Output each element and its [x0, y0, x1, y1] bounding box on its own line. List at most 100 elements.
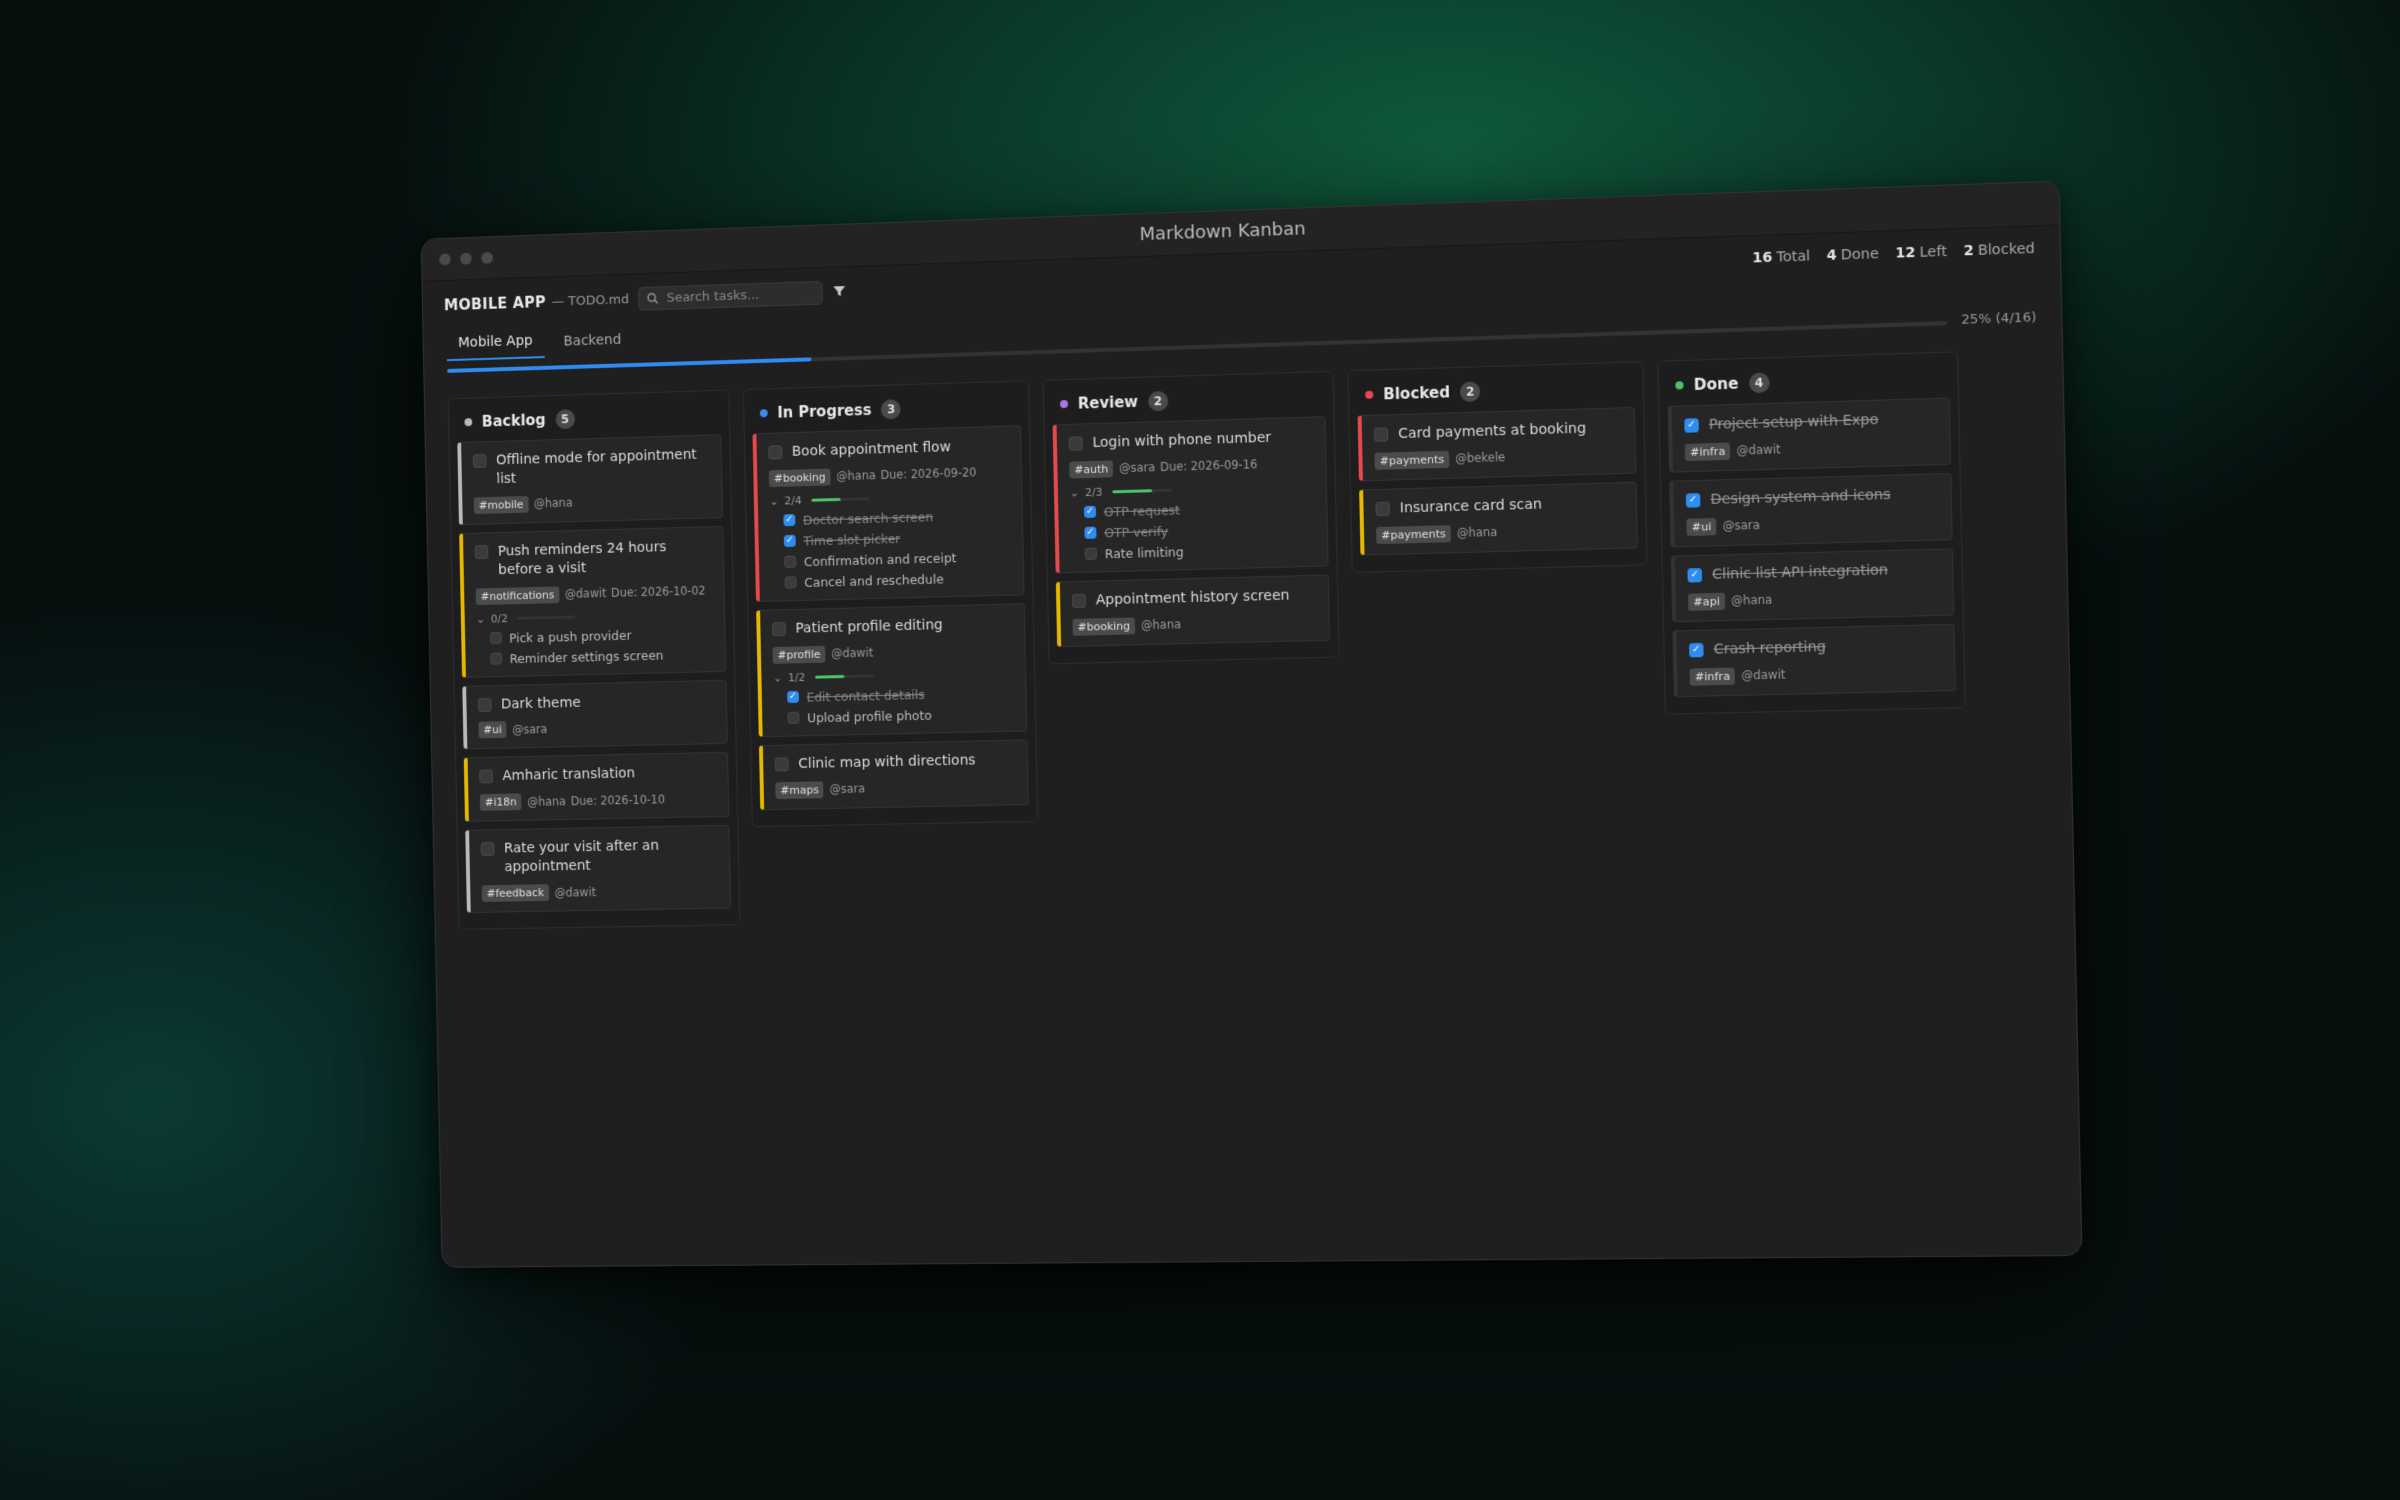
task-tag[interactable]: #feedback — [481, 884, 549, 903]
task-due-date: Due: 2026-09-16 — [1160, 457, 1258, 475]
subtask-checkbox[interactable] — [784, 576, 797, 589]
task-tag[interactable]: #ui — [1686, 517, 1717, 536]
task-checkbox[interactable] — [1688, 642, 1704, 658]
task-title: Card payments at booking — [1398, 420, 1587, 443]
search-input[interactable] — [664, 284, 815, 307]
task-meta: #maps @sara — [775, 777, 1017, 799]
filter-icon[interactable] — [833, 283, 847, 302]
task-tag[interactable]: #infra — [1689, 667, 1736, 686]
task-card[interactable]: Clinic map with directions #maps @sara — [758, 739, 1029, 810]
task-card[interactable]: Patient profile editing #profile @dawit ⌄ 1/… — [756, 603, 1028, 738]
task-tag[interactable]: #mobile — [473, 495, 529, 514]
subtask-item: OTP verify — [1084, 520, 1316, 541]
tab-mobile-app[interactable]: Mobile App — [446, 326, 545, 362]
task-card[interactable]: Insurance card scan #payments @hana — [1359, 481, 1638, 556]
task-card[interactable]: Book appointment flow #booking @hana Due: 2… — [752, 425, 1025, 602]
task-title: Clinic map with directions — [798, 752, 976, 772]
tab-backend[interactable]: Backend — [552, 326, 633, 358]
column-status-dot — [464, 418, 473, 427]
task-tag[interactable]: #notifications — [475, 585, 560, 605]
task-checkbox[interactable] — [1071, 593, 1087, 608]
task-card[interactable]: Rate your visit after an appointment #fee… — [465, 825, 732, 914]
subtask-checkbox[interactable] — [1083, 506, 1097, 519]
progress-fill — [447, 357, 811, 373]
task-assignee: @dawit — [1741, 667, 1786, 683]
subtask-checkbox[interactable] — [1084, 547, 1097, 561]
task-tag[interactable]: #maps — [775, 781, 824, 799]
file-name: — TODO.md — [551, 291, 630, 310]
task-title: Amharic translation — [502, 765, 636, 785]
subtask-checkbox[interactable] — [787, 711, 800, 725]
subtask-text: Rate limiting — [1104, 544, 1184, 562]
subtask-progress-bar — [1112, 488, 1172, 494]
task-card[interactable]: Design system and icons #ui @sara — [1669, 472, 1953, 548]
task-checkbox[interactable] — [771, 621, 786, 637]
progress-label: 25% (4/16) — [1960, 310, 2037, 328]
subtask-text: Upload profile photo — [806, 707, 932, 726]
task-stats: 16 Total 4 Done 12 Left 2 Blocked — [1752, 241, 2035, 267]
chevron-down-icon[interactable]: ⌄ — [1070, 486, 1079, 499]
task-checkbox[interactable] — [1684, 418, 1699, 433]
task-card[interactable]: Login with phone number #auth @sara Due: 20… — [1052, 416, 1329, 574]
subtask-checkbox[interactable] — [489, 632, 502, 645]
task-meta: #i18n @hana Due: 2026-10-10 — [479, 790, 719, 812]
task-meta: #infra @dawit — [1689, 662, 1945, 686]
task-checkbox[interactable] — [480, 842, 495, 857]
task-card[interactable]: Crash reporting #infra @dawit — [1672, 623, 1956, 697]
task-tag[interactable]: #ui — [478, 721, 507, 739]
task-tag[interactable]: #booking — [1072, 617, 1136, 636]
task-assignee: @dawit — [554, 884, 597, 900]
task-card[interactable]: Push reminders 24 hours before a visit #n… — [459, 525, 727, 678]
subtask-checkbox[interactable] — [787, 691, 800, 704]
task-checkbox[interactable] — [479, 769, 494, 784]
task-checkbox[interactable] — [474, 544, 489, 559]
subtask-text: OTP request — [1103, 502, 1181, 520]
task-tag[interactable]: #auth — [1069, 460, 1114, 479]
column-title: Done — [1693, 374, 1739, 395]
subtask-checkbox[interactable] — [1084, 527, 1097, 540]
task-checkbox[interactable] — [768, 445, 783, 460]
task-tag[interactable]: #payments — [1375, 524, 1451, 544]
column-status-dot — [1059, 399, 1069, 409]
subtask-text: Time slot picker — [803, 530, 901, 549]
task-checkbox[interactable] — [774, 757, 789, 772]
task-card[interactable]: Dark theme #ui @sara — [462, 679, 728, 750]
task-tag[interactable]: #i18n — [479, 793, 522, 812]
task-checkbox[interactable] — [1375, 501, 1390, 516]
task-title: Login with phone number — [1092, 429, 1272, 452]
subtask-item: Upload profile photo — [787, 706, 1016, 726]
task-card[interactable]: Amharic translation #i18n @hana Due: 2026-1… — [463, 752, 730, 823]
task-card[interactable]: Offline mode for appointment list #mobile… — [457, 434, 724, 526]
task-checkbox[interactable] — [472, 453, 487, 469]
task-due-date: Due: 2026-10-02 — [610, 583, 706, 600]
task-checkbox[interactable] — [1373, 427, 1389, 442]
task-tag[interactable]: #booking — [768, 468, 831, 488]
task-tag[interactable]: #profile — [772, 645, 826, 664]
task-checkbox[interactable] — [1687, 567, 1703, 583]
task-tag[interactable]: #infra — [1684, 442, 1731, 461]
subtask-text: Confirmation and receipt — [803, 550, 957, 570]
search-box[interactable] — [638, 280, 824, 311]
column-in-progress: In Progress 3 Book appointment flow #bookin… — [742, 380, 1039, 827]
task-card[interactable]: Project setup with Expo #infra @dawit — [1667, 397, 1952, 473]
task-card[interactable]: Appointment history screen #booking @hana — [1055, 574, 1331, 647]
task-tag[interactable]: #api — [1687, 592, 1726, 611]
chevron-down-icon[interactable]: ⌄ — [769, 495, 778, 508]
chevron-down-icon[interactable]: ⌄ — [773, 671, 782, 684]
subtask-checkbox[interactable] — [783, 535, 796, 548]
task-checkbox[interactable] — [477, 697, 492, 712]
task-tag[interactable]: #payments — [1374, 450, 1450, 470]
chevron-down-icon[interactable]: ⌄ — [476, 612, 485, 625]
subtask-checkbox[interactable] — [783, 514, 796, 527]
task-meta: #feedback @dawit — [481, 881, 721, 903]
task-checkbox[interactable] — [1068, 436, 1083, 451]
subtask-progress: 2/4 — [784, 493, 802, 508]
subtask-checkbox[interactable] — [490, 652, 503, 665]
task-checkbox[interactable] — [1685, 492, 1701, 508]
subtask-progress: 2/3 — [1084, 485, 1103, 499]
column-review: Review 2 Login with phone number #auth @sara… — [1042, 370, 1340, 665]
subtask-checkbox[interactable] — [784, 555, 797, 569]
task-card[interactable]: Clinic list API integration #api@hana — [1670, 548, 1955, 623]
task-card[interactable]: Card payments at booking #payments @bekele — [1357, 406, 1637, 482]
subtask-progress: 0/2 — [490, 611, 508, 625]
